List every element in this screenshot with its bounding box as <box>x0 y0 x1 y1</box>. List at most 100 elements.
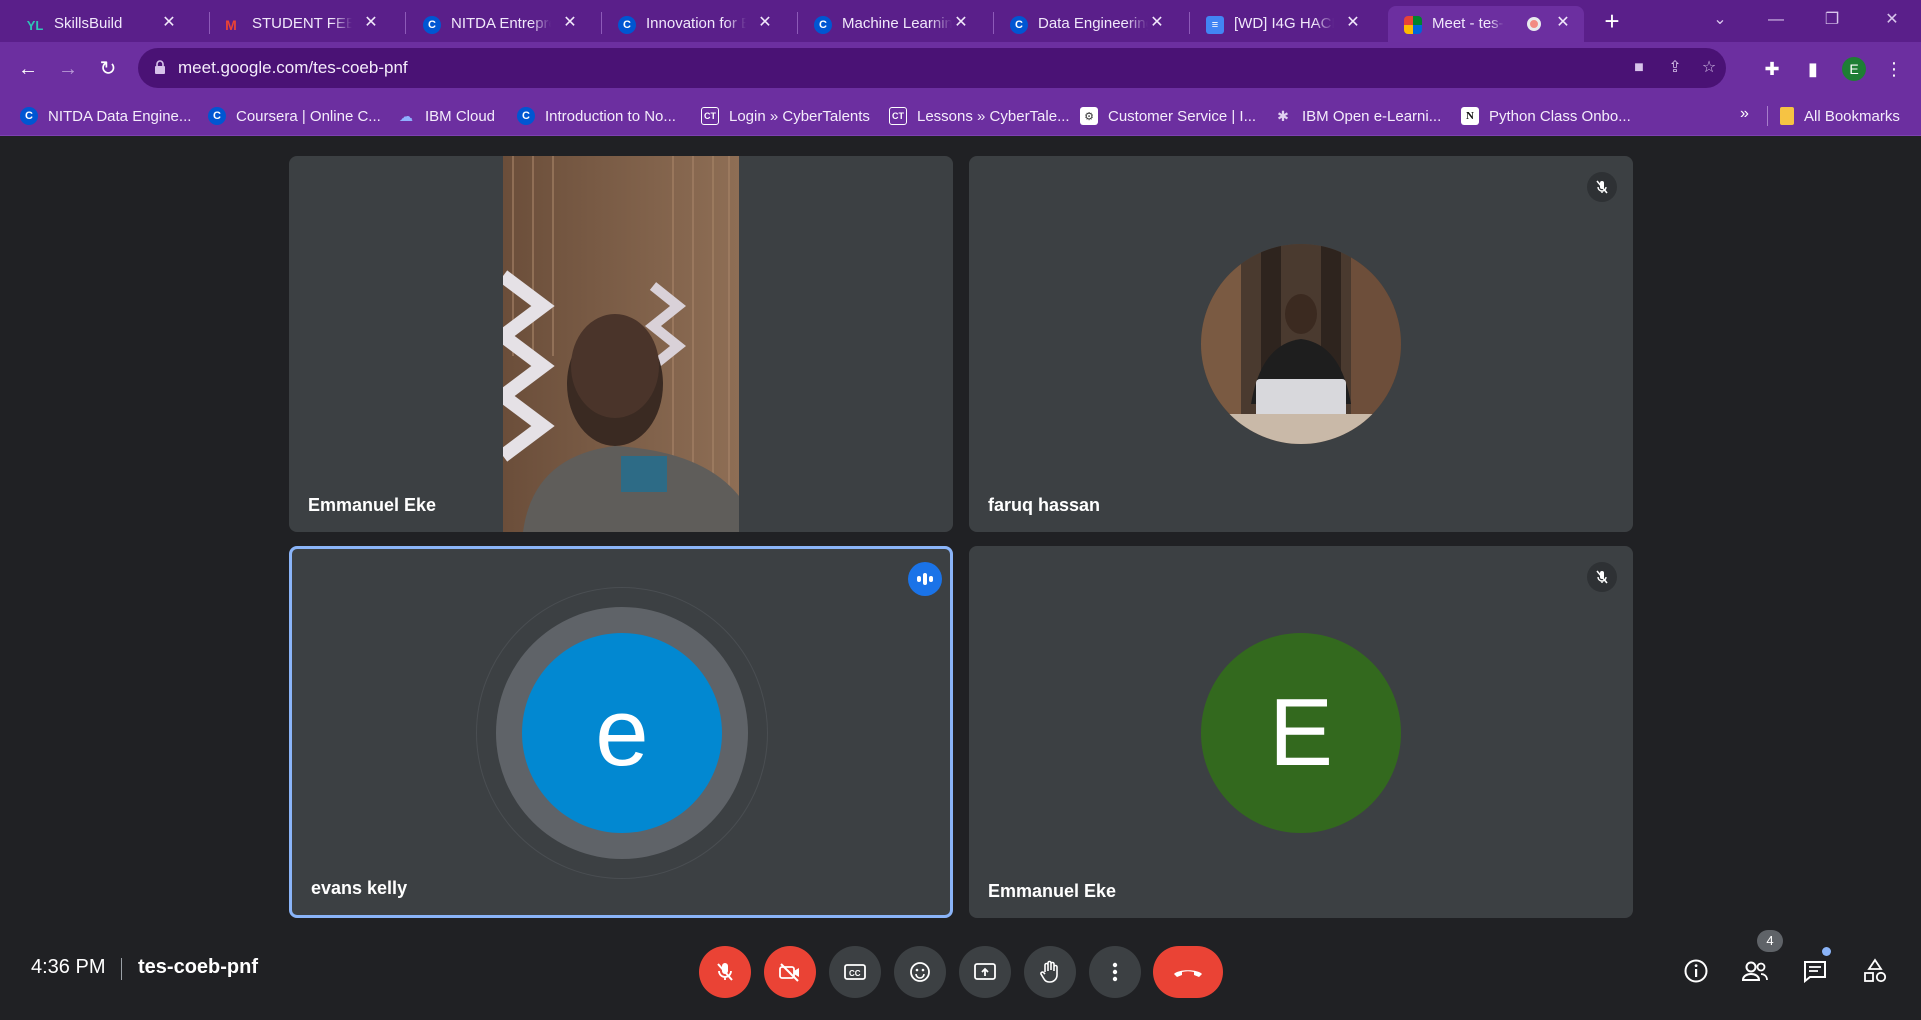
bookmark-item[interactable]: ☁ IBM Cloud <box>397 105 495 127</box>
close-window-icon[interactable]: ✕ <box>1872 6 1912 34</box>
bookmark-item[interactable]: C Coursera | Online C... <box>208 105 381 127</box>
bookmark-item[interactable]: N Python Class Onbo... <box>1461 105 1631 127</box>
close-icon[interactable]: ✕ <box>1148 14 1166 32</box>
bookmark-label: IBM Open e-Learni... <box>1302 107 1442 125</box>
restore-icon[interactable]: ❐ <box>1812 6 1852 34</box>
tab-innovation[interactable]: C Innovation for Entrepreneurs ✕ <box>590 6 786 42</box>
close-icon[interactable]: ✕ <box>561 14 579 32</box>
camera-toggle-button[interactable] <box>764 946 816 998</box>
close-icon[interactable]: ✕ <box>756 14 774 32</box>
bookmarks-bar: C NITDA Data Engine... C Coursera | Onli… <box>0 96 1921 136</box>
yl-icon: YL <box>26 17 44 33</box>
activities-button[interactable] <box>1855 951 1895 991</box>
star-icon[interactable]: ☆ <box>1698 57 1720 79</box>
tab-hackfest-doc[interactable]: ≡ [WD] I4G HACKFEST ✕ <box>1178 6 1374 42</box>
forward-icon[interactable]: → <box>54 55 82 83</box>
back-icon[interactable]: ← <box>14 55 42 83</box>
lock-icon <box>155 60 165 74</box>
url-text[interactable]: meet.google.com/tes-coeb-pnf <box>178 58 408 78</box>
more-vert-icon <box>1112 962 1118 982</box>
coursera-icon: C <box>423 16 441 34</box>
participant-avatar: E <box>1201 633 1401 833</box>
participant-avatar: e <box>522 633 722 833</box>
bookmark-item[interactable]: ⚙ Customer Service | I... <box>1080 105 1256 127</box>
reactions-button[interactable] <box>894 946 946 998</box>
bookmark-item[interactable]: ✱ IBM Open e-Learni... <box>1274 105 1441 127</box>
camera-icon[interactable]: ■ <box>1628 57 1650 79</box>
all-bookmarks-button[interactable]: All Bookmarks <box>1780 105 1900 127</box>
tab-student-feedback[interactable]: M STUDENT FEEDBACK ✕ <box>196 6 392 42</box>
menu-icon[interactable]: ⋮ <box>1880 55 1908 83</box>
bookmark-item[interactable]: C NITDA Data Engine... <box>20 105 191 127</box>
participant-tile[interactable]: faruq hassan <box>969 156 1633 532</box>
captions-button[interactable]: CC <box>829 946 881 998</box>
address-bar[interactable]: meet.google.com/tes-coeb-pnf ■ ⇪ ☆ <box>138 48 1726 88</box>
all-bookmarks-label: All Bookmarks <box>1804 107 1900 125</box>
speaking-indicator-icon <box>908 562 942 596</box>
mic-toggle-button[interactable] <box>699 946 751 998</box>
coursera-icon: C <box>814 16 832 34</box>
participant-tile[interactable]: E Emmanuel Eke <box>969 546 1633 918</box>
bookmark-label: Python Class Onbo... <box>1489 107 1631 125</box>
docs-icon: ≡ <box>1206 16 1224 34</box>
tab-title: Machine Learning <box>842 15 952 32</box>
participant-tile-active-speaker[interactable]: e evans kelly <box>289 546 953 918</box>
reload-icon[interactable]: ↻ <box>94 55 122 83</box>
bookmark-item[interactable]: C Introduction to No... <box>517 105 676 127</box>
bookmarks-overflow-button[interactable]: » <box>1740 105 1749 123</box>
meet-stage: Emmanuel Eke faruq hassan e evans kelly … <box>0 137 1921 1020</box>
bookmark-label: NITDA Data Engine... <box>48 107 192 125</box>
minimize-icon[interactable]: — <box>1756 6 1796 34</box>
share-icon[interactable]: ⇪ <box>1664 57 1686 79</box>
participant-tile[interactable]: Emmanuel Eke <box>289 156 953 532</box>
tab-title: Data Engineering <box>1038 15 1148 32</box>
profile-avatar[interactable]: E <box>1842 57 1866 81</box>
participant-name: Emmanuel Eke <box>308 495 437 515</box>
close-icon[interactable]: ✕ <box>1344 14 1362 32</box>
chat-icon <box>1804 961 1826 983</box>
service-icon: ⚙ <box>1080 107 1098 125</box>
tab-title: [WD] I4G HACKFEST <box>1234 15 1334 32</box>
tab-nitda-entrepreneurship[interactable]: C NITDA Entrepreneurship ✕ <box>395 6 591 42</box>
tab-title: STUDENT FEEDBACK <box>252 15 352 32</box>
tab-strip: YL SkillsBuild ✕ M STUDENT FEEDBACK ✕ C … <box>0 0 1921 42</box>
present-screen-button[interactable] <box>959 946 1011 998</box>
notion-icon: N <box>1461 107 1479 125</box>
coursera-icon: C <box>208 107 226 125</box>
leave-call-button[interactable] <box>1153 946 1223 998</box>
tab-search-icon[interactable]: ⌄ <box>1700 6 1740 34</box>
bookmark-label: Coursera | Online C... <box>236 107 381 125</box>
close-icon[interactable]: ✕ <box>1554 14 1572 32</box>
bookmark-label: IBM Cloud <box>425 107 496 125</box>
bookmark-label: Login » CyberTalents <box>729 107 870 125</box>
bookmark-label: Customer Service | I... <box>1108 107 1257 125</box>
more-options-button[interactable] <box>1089 946 1141 998</box>
new-tab-button[interactable]: + <box>1598 8 1626 36</box>
ibm-cloud-icon: ☁ <box>399 107 413 124</box>
tab-title: Meet - tes-coeb-pnf <box>1432 15 1504 32</box>
folder-icon <box>1780 107 1794 125</box>
raise-hand-button[interactable] <box>1024 946 1076 998</box>
tab-data-engineering[interactable]: C Data Engineering ✕ <box>982 6 1178 42</box>
coursera-icon: C <box>517 107 535 125</box>
side-panel-icon[interactable]: ▮ <box>1799 55 1827 83</box>
tab-meet[interactable]: Meet - tes-coeb-pnf ✕ <box>1388 6 1584 42</box>
close-icon[interactable]: ✕ <box>362 14 380 32</box>
captions-icon: CC <box>844 964 866 980</box>
extensions-icon[interactable]: ✚ <box>1758 55 1786 83</box>
mic-off-icon <box>1587 172 1617 202</box>
tab-machine-learning[interactable]: C Machine Learning ✕ <box>786 6 982 42</box>
bookmark-item[interactable]: CT Login » CyberTalents <box>701 105 870 127</box>
meeting-details-button[interactable] <box>1676 951 1716 991</box>
people-button[interactable] <box>1735 951 1775 991</box>
tab-skillsbuild[interactable]: YL SkillsBuild ✕ <box>0 6 190 42</box>
bookmark-item[interactable]: CT Lessons » CyberTale... <box>889 105 1070 127</box>
close-icon[interactable]: ✕ <box>952 14 970 32</box>
participant-name: Emmanuel Eke <box>988 881 1117 901</box>
tab-title: Innovation for Entrepreneurs <box>646 15 746 32</box>
tab-title: NITDA Entrepreneurship <box>451 15 551 32</box>
chat-button[interactable] <box>1795 951 1835 991</box>
close-icon[interactable]: ✕ <box>160 14 178 32</box>
present-icon <box>974 963 996 980</box>
bookmarks-divider <box>1767 106 1768 126</box>
